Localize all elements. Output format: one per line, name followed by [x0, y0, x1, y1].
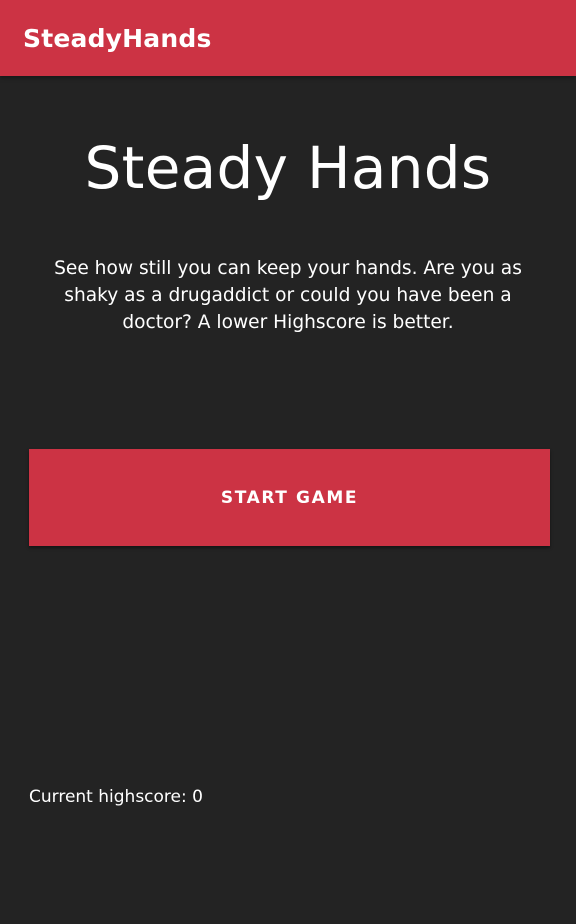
- start-game-button[interactable]: START GAME: [29, 449, 550, 546]
- current-highscore-label: Current highscore: 0: [29, 787, 203, 807]
- app-bar-title: SteadyHands: [23, 24, 212, 53]
- game-description: See how still you can keep your hands. A…: [54, 258, 522, 333]
- page-title: Steady Hands: [84, 134, 492, 202]
- app-bar: SteadyHands: [0, 0, 576, 76]
